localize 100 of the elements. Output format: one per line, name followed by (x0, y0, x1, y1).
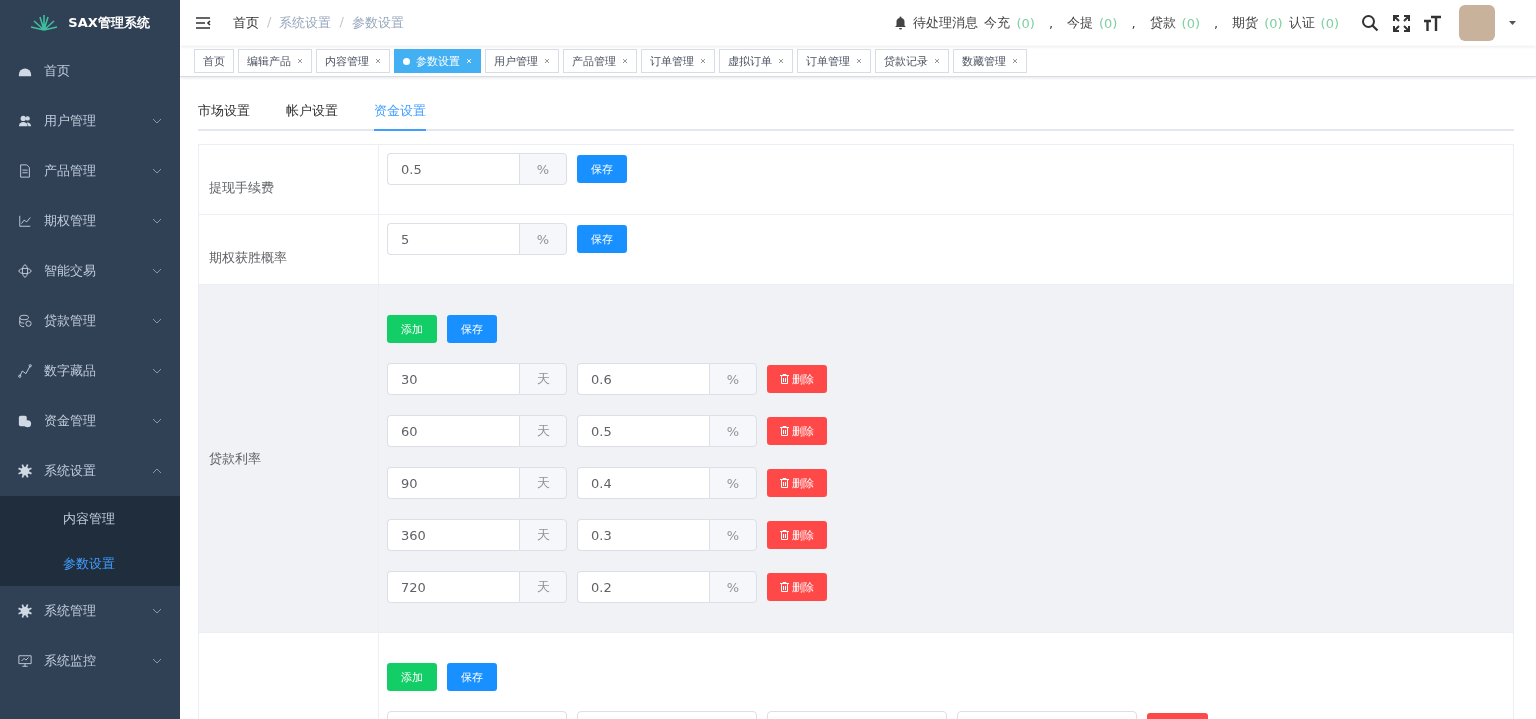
page-tag[interactable]: 用户管理 (485, 49, 559, 73)
settings-icon (18, 604, 32, 618)
input-field[interactable]: 90 (387, 467, 519, 499)
close-icon[interactable] (1012, 58, 1018, 64)
input-field[interactable]: 0.2 (577, 571, 709, 603)
page-tag[interactable]: 编辑产品 (238, 49, 312, 73)
font-size-icon[interactable] (1424, 14, 1441, 32)
avatar[interactable] (1459, 5, 1495, 41)
submenu-item[interactable]: 内容管理 (0, 496, 180, 541)
money-bag-icon (18, 414, 32, 428)
trash-icon (780, 530, 789, 540)
notice-label: 今提 (1067, 14, 1094, 32)
sidebar-label: 数字藏品 (44, 362, 97, 380)
plant-logo-icon (30, 15, 59, 31)
line-chart-icon (18, 364, 32, 378)
close-icon[interactable] (856, 58, 862, 64)
sidebar-item[interactable]: 用户管理 (0, 96, 180, 146)
input-field[interactable]: 0.4 (577, 467, 709, 499)
trash-icon (780, 374, 789, 384)
sidebar-item[interactable]: 首页 (0, 46, 180, 96)
sidebar-label: 贷款管理 (44, 312, 97, 330)
sidebar-item[interactable]: 产品管理 (0, 146, 180, 196)
unit-label: % (519, 153, 567, 185)
setting-label: 贷款利率 (209, 449, 261, 468)
trash-icon (780, 582, 789, 592)
delete-button[interactable]: 删除 (767, 365, 827, 393)
trash-icon (780, 426, 789, 436)
close-icon[interactable] (778, 58, 784, 64)
breadcrumb-item: 参数设置 (351, 14, 404, 32)
sidebar-item[interactable]: 系统管理 (0, 586, 180, 636)
sidebar-label: 用户管理 (44, 112, 97, 130)
sidebar-label: 产品管理 (44, 162, 97, 180)
input-field[interactable]: 0.3 (577, 519, 709, 551)
menu-icon[interactable] (196, 17, 211, 29)
document-icon (18, 164, 32, 178)
monitor-icon (18, 654, 32, 668)
delete-button[interactable]: 删除 (767, 573, 827, 601)
delete-button[interactable]: 删除 (767, 469, 827, 497)
tag-label: 产品管理 (572, 53, 616, 69)
close-icon[interactable] (700, 58, 706, 64)
input-field[interactable]: 30 (387, 363, 519, 395)
input-field[interactable]: 720 (387, 571, 519, 603)
delete-button[interactable]: 删除 (767, 521, 827, 549)
coins-icon (18, 314, 32, 328)
input-field[interactable]: 0.5 (387, 153, 519, 185)
page-tag[interactable]: 贷款记录 (875, 49, 949, 73)
sidebar-item[interactable]: 资金管理 (0, 396, 180, 446)
sidebar-label: 系统设置 (44, 462, 97, 480)
page-tag[interactable]: 产品管理 (563, 49, 637, 73)
sidebar-item[interactable]: 数字藏品 (0, 346, 180, 396)
tab[interactable]: 帐户设置 (286, 102, 338, 131)
tag-label: 数藏管理 (962, 53, 1006, 69)
input-field[interactable]: 60 (387, 415, 519, 447)
unit-label: % (519, 223, 567, 255)
close-icon[interactable] (934, 58, 940, 64)
close-icon[interactable] (544, 58, 550, 64)
page-tag[interactable]: 内容管理 (316, 49, 390, 73)
page-tag[interactable]: 首页 (194, 49, 234, 73)
input-field[interactable]: 360 (387, 519, 519, 551)
tag-label: 贷款记录 (884, 53, 928, 69)
sidebar-item[interactable]: 系统监控 (0, 636, 180, 686)
close-icon[interactable] (375, 58, 381, 64)
sidebar-item[interactable]: 期权管理 (0, 196, 180, 246)
page-tag[interactable]: 订单管理 (797, 49, 871, 73)
sidebar-item[interactable]: 贷款管理 (0, 296, 180, 346)
sidebar-item[interactable]: 系统设置 (0, 446, 180, 496)
sidebar-item[interactable]: 智能交易 (0, 246, 180, 296)
notice-label: 贷款 (1149, 14, 1176, 32)
tab[interactable]: 市场设置 (198, 102, 250, 131)
unit-label: % (709, 519, 757, 551)
atom-icon (18, 264, 32, 278)
caret-icon[interactable] (1509, 21, 1516, 25)
input-field[interactable]: 0.5 (577, 415, 709, 447)
breadcrumb-item[interactable]: 首页 (233, 14, 259, 32)
page-tag[interactable]: 订单管理 (641, 49, 715, 73)
app-title: SAX管理系统 (68, 14, 150, 32)
input-field[interactable]: 5 (387, 223, 519, 255)
setting-label: 提现手续费 (209, 178, 274, 197)
sidebar-label: 系统管理 (44, 602, 97, 620)
close-icon[interactable] (297, 58, 303, 64)
comma-separator: , (1131, 15, 1136, 31)
fullscreen-icon[interactable] (1393, 14, 1410, 32)
tag-label: 首页 (203, 53, 225, 69)
breadcrumb-separator: / (267, 14, 272, 31)
page-tag[interactable]: 数藏管理 (953, 49, 1027, 73)
search-icon[interactable] (1361, 14, 1379, 32)
sidebar-label: 首页 (44, 62, 71, 80)
unit-label: 天 (519, 415, 567, 447)
input-field[interactable]: 0.6 (577, 363, 709, 395)
submenu-item[interactable]: 参数设置 (0, 541, 180, 586)
tag-label: 编辑产品 (247, 53, 291, 69)
delete-button[interactable]: 删除 (767, 417, 827, 445)
tag-label: 内容管理 (325, 53, 369, 69)
unit-label: 天 (519, 467, 567, 499)
tag-label: 参数设置 (416, 53, 460, 69)
unit-label: % (709, 571, 757, 603)
setting-label: 期权获胜概率 (209, 248, 287, 267)
page-tag[interactable]: 虚拟订单 (719, 49, 793, 73)
close-icon[interactable] (622, 58, 628, 64)
chart-icon (18, 214, 32, 228)
